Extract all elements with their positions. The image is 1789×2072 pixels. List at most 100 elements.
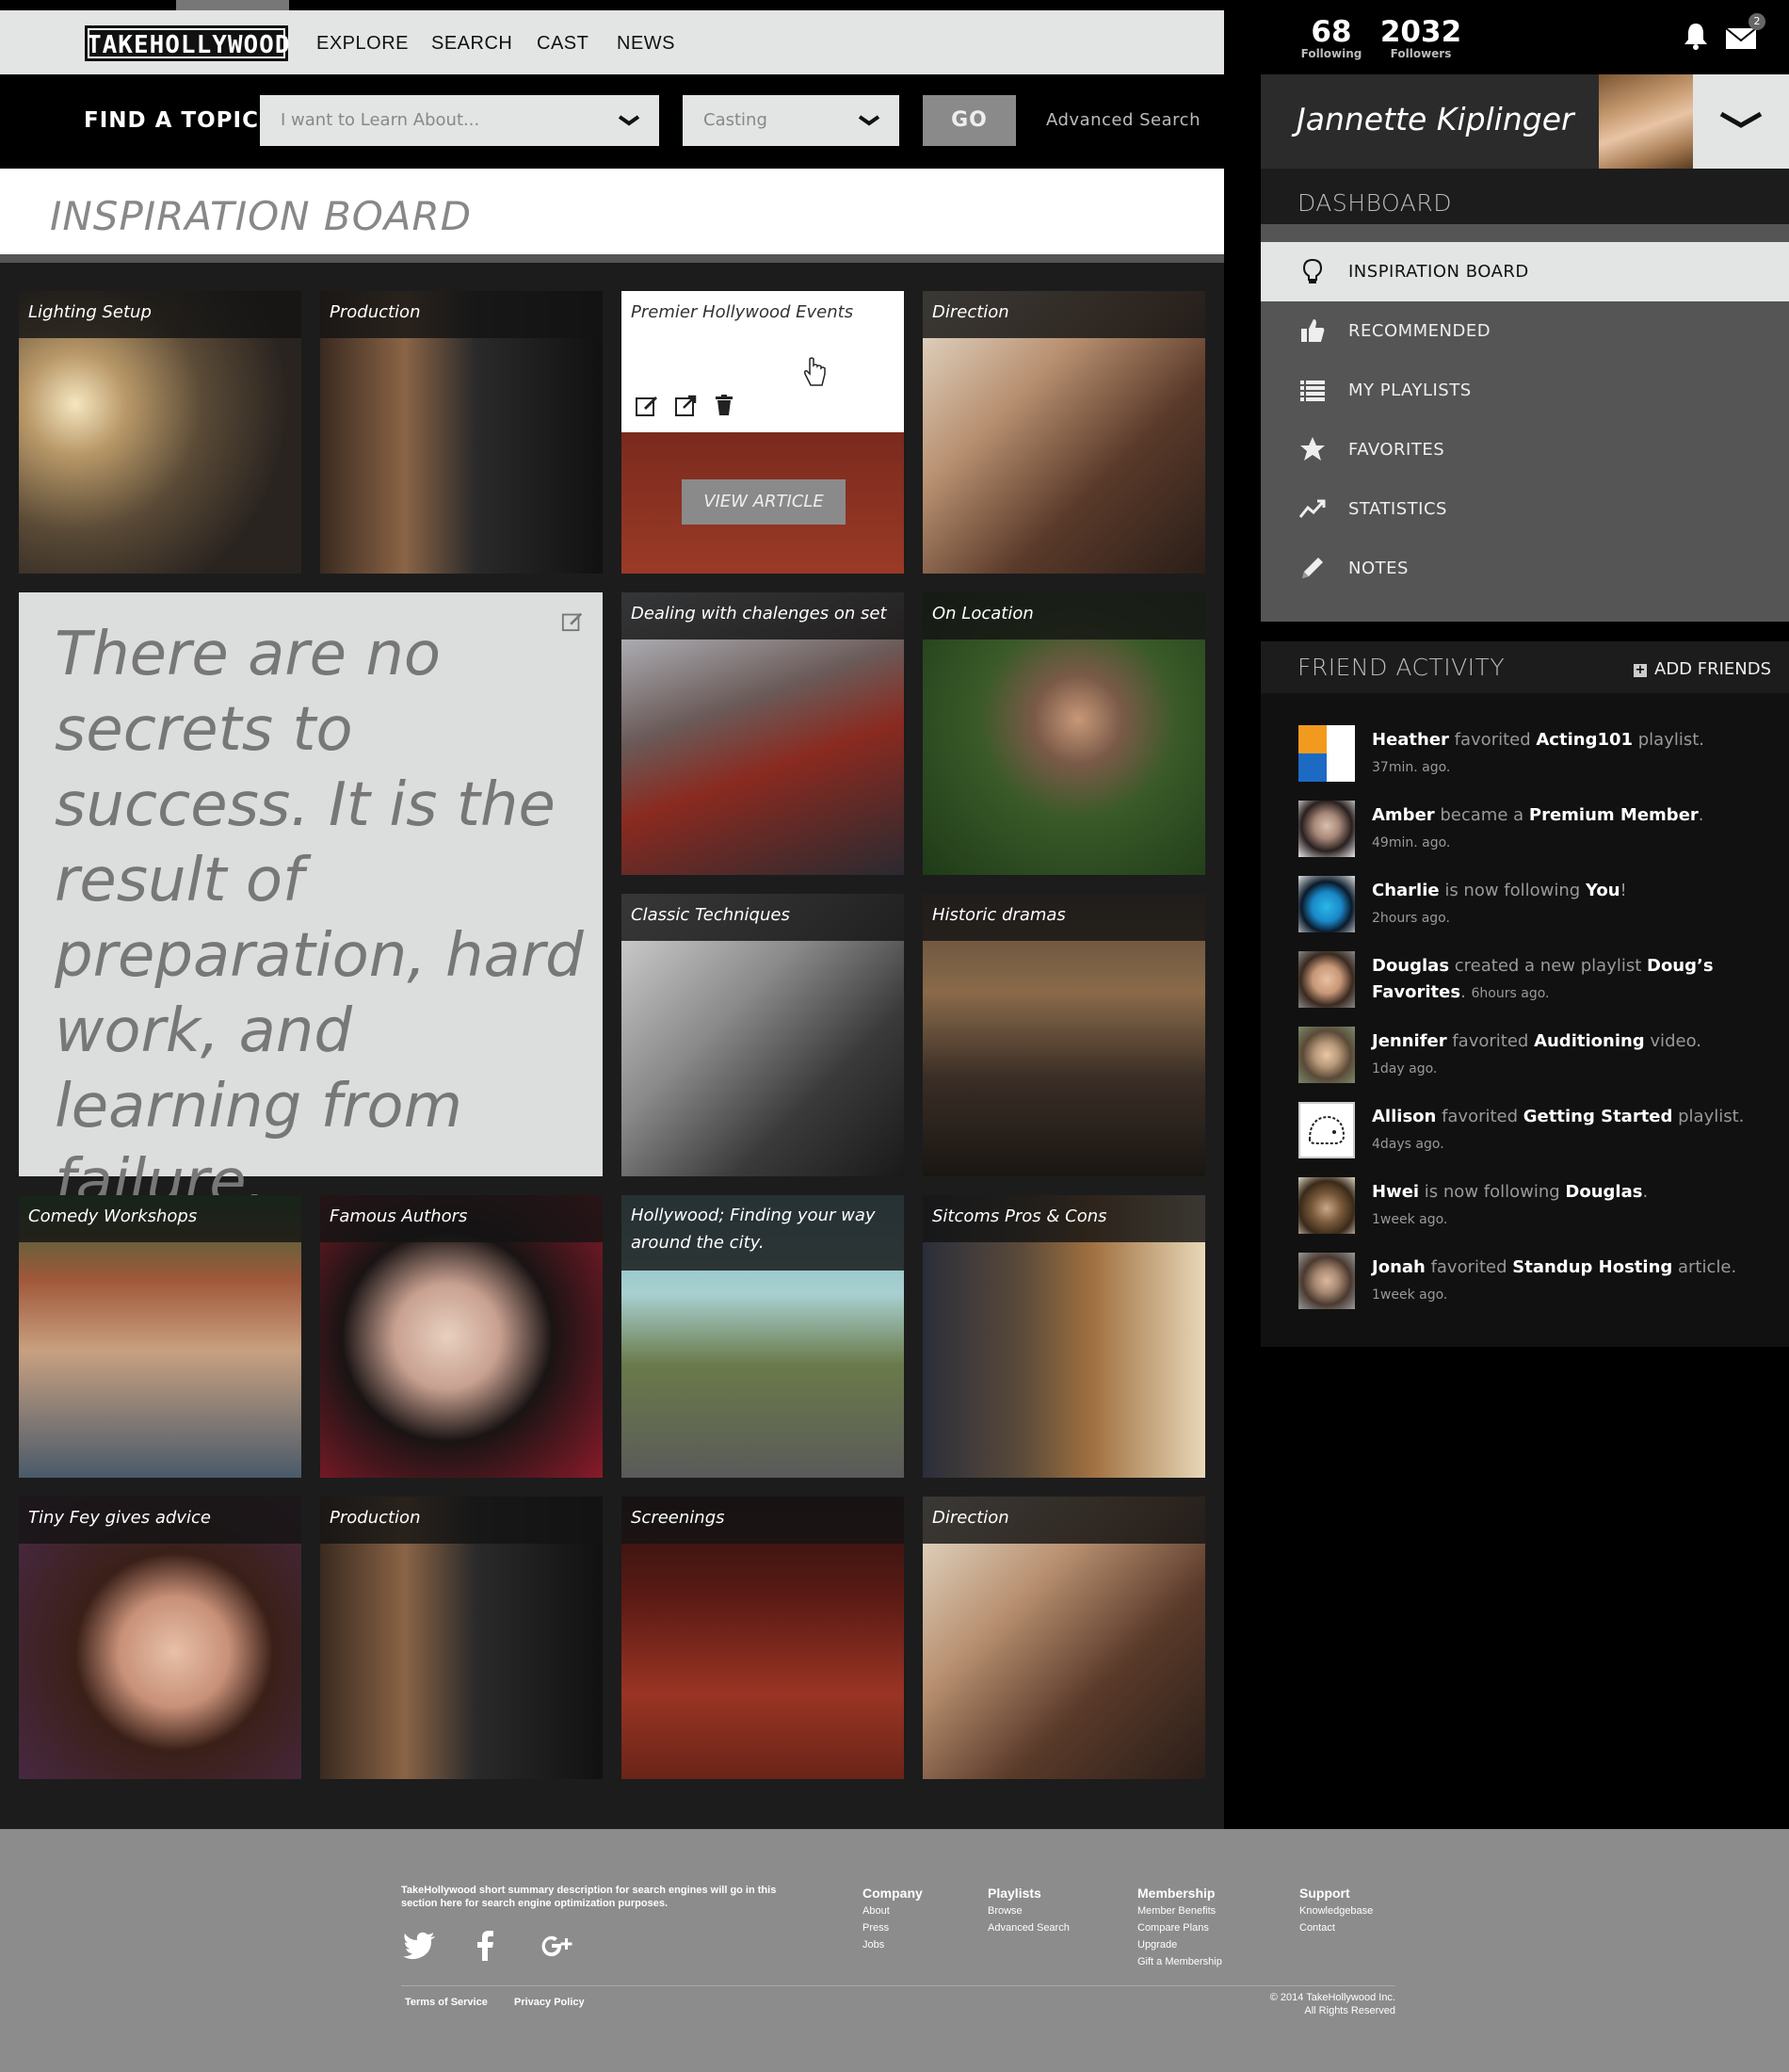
board-tile-premier-hollywood-events[interactable]: Premier Hollywood Events VIEW ARTICLE	[621, 291, 904, 574]
activity-time: 2hours ago.	[1372, 911, 1450, 926]
dashboard-item-inspiration-board[interactable]: INSPIRATION BOARD	[1261, 242, 1789, 301]
advanced-search-link[interactable]: Advanced Search	[1046, 110, 1201, 130]
quote-text: There are no secrets to success. It is t…	[55, 620, 584, 1217]
friend-avatar[interactable]	[1298, 951, 1355, 1008]
activity-tail: !	[1620, 881, 1627, 900]
user-name[interactable]: Jannette Kiplinger	[1297, 101, 1574, 138]
friend-avatar[interactable]	[1298, 1253, 1355, 1309]
topic-dropdown[interactable]: I want to Learn About...	[260, 95, 659, 146]
twitter-icon[interactable]	[401, 1927, 439, 1965]
footer-link-compare-plans[interactable]: Compare Plans	[1137, 1919, 1222, 1936]
share-icon[interactable]	[674, 393, 699, 417]
activity-object[interactable]: Standup Hosting	[1512, 1257, 1672, 1277]
friend-name[interactable]: Charlie	[1372, 881, 1440, 900]
friend-avatar[interactable]	[1298, 1177, 1355, 1234]
footer-link-upgrade[interactable]: Upgrade	[1137, 1936, 1222, 1953]
activity-tail: video.	[1644, 1031, 1701, 1051]
dashboard-item-notes[interactable]: NOTES	[1261, 539, 1789, 598]
board-tile-on-location[interactable]: On Location	[923, 592, 1205, 875]
list-item: Douglas created a new playlist Doug’s Fa…	[1298, 951, 1769, 1012]
board-tile-sitcoms-pros-cons[interactable]: Sitcoms Pros & Cons	[923, 1195, 1205, 1478]
friend-name[interactable]: Jonah	[1372, 1257, 1426, 1277]
mail-badge: 2	[1749, 13, 1765, 30]
title-bar: INSPIRATION BOARD	[0, 169, 1224, 263]
friend-name[interactable]: Jennifer	[1372, 1031, 1447, 1051]
board-tile-famous-authors[interactable]: Famous Authors	[320, 1195, 603, 1478]
edit-icon[interactable]	[561, 609, 584, 632]
trash-icon[interactable]	[712, 393, 736, 417]
following-count: 68	[1311, 15, 1352, 49]
board-tile-tiny-fey-advice[interactable]: Tiny Fey gives advice	[19, 1497, 301, 1779]
go-button[interactable]: GO	[923, 95, 1016, 146]
footer-link-contact[interactable]: Contact	[1299, 1919, 1373, 1936]
board-tile-screenings[interactable]: Screenings	[621, 1497, 904, 1779]
dashboard-item-statistics[interactable]: STATISTICS	[1261, 479, 1789, 539]
board-tile-direction[interactable]: Direction	[923, 291, 1205, 574]
followers-stat[interactable]: 2032 Followers	[1374, 17, 1468, 60]
category-dropdown[interactable]: Casting	[683, 95, 899, 146]
board-tile-comedy-workshops[interactable]: Comedy Workshops	[19, 1195, 301, 1478]
nav-explore[interactable]: EXPLORE	[316, 33, 409, 55]
tile-caption: Sitcoms Pros & Cons	[923, 1195, 1205, 1242]
activity-tail: article.	[1672, 1257, 1737, 1277]
friend-avatar[interactable]	[1298, 1027, 1355, 1083]
dashboard-item-label: NOTES	[1348, 558, 1409, 578]
following-stat[interactable]: 68 Following	[1298, 17, 1364, 60]
nav-news[interactable]: NEWS	[617, 33, 675, 55]
friend-activity-list: Heather favorited Acting101 playlist. 37m…	[1261, 693, 1789, 1347]
nav-cast[interactable]: CAST	[537, 33, 588, 55]
activity-object[interactable]: Auditioning	[1534, 1031, 1645, 1051]
footer-link-member-benefits[interactable]: Member Benefits	[1137, 1902, 1222, 1919]
board-tile-historic-dramas[interactable]: Historic dramas	[923, 894, 1205, 1176]
board-tile-lighting-setup[interactable]: Lighting Setup	[19, 291, 301, 574]
footer-link-gift-membership[interactable]: Gift a Membership	[1137, 1953, 1222, 1970]
rights-line: All Rights Reserved	[1304, 2005, 1395, 2016]
friend-avatar[interactable]	[1298, 876, 1355, 932]
board-tile-classic-techniques[interactable]: Classic Techniques	[621, 894, 904, 1176]
facebook-icon[interactable]	[467, 1927, 505, 1965]
footer-link-knowledgebase[interactable]: Knowledgebase	[1299, 1902, 1373, 1919]
footer-link-advanced-search[interactable]: Advanced Search	[988, 1919, 1070, 1936]
activity-object[interactable]: Getting Started	[1523, 1107, 1673, 1126]
friend-avatar[interactable]	[1298, 801, 1355, 857]
google-plus-icon[interactable]	[537, 1927, 574, 1965]
add-friends-button[interactable]: + ADD FRIENDS	[1634, 659, 1771, 679]
dashboard-item-recommended[interactable]: RECOMMENDED	[1261, 301, 1789, 361]
board-tile-production-2[interactable]: Production	[320, 1497, 603, 1779]
friend-name[interactable]: Hwei	[1372, 1182, 1419, 1202]
footer-link-press[interactable]: Press	[862, 1919, 923, 1936]
friend-name[interactable]: Amber	[1372, 805, 1435, 825]
nav-search[interactable]: SEARCH	[431, 33, 512, 55]
activity-object[interactable]: You	[1586, 881, 1620, 900]
friend-avatar[interactable]	[1298, 725, 1355, 782]
terms-of-service-link[interactable]: Terms of Service	[405, 1997, 488, 2008]
logo[interactable]: TAKEHOLLYWOOD	[85, 25, 290, 61]
friend-name[interactable]: Allison	[1372, 1107, 1436, 1126]
board-tile-hollywood-city[interactable]: Hollywood; Finding your way around the c…	[621, 1195, 904, 1478]
activity-object[interactable]: Acting101	[1536, 730, 1633, 750]
user-menu-toggle[interactable]	[1693, 74, 1789, 169]
avatar[interactable]	[1599, 74, 1693, 169]
activity-object[interactable]: Douglas	[1565, 1182, 1642, 1202]
tile-caption: Dealing with chalenges on set	[621, 592, 904, 639]
friend-name[interactable]: Heather	[1372, 730, 1449, 750]
footer-link-browse[interactable]: Browse	[988, 1902, 1070, 1919]
dashboard-item-favorites[interactable]: FAVORITES	[1261, 420, 1789, 479]
board-tile-production[interactable]: Production	[320, 291, 603, 574]
dashboard-item-my-playlists[interactable]: MY PLAYLISTS	[1261, 361, 1789, 420]
activity-verb: favorited	[1425, 1257, 1513, 1277]
board-tile-direction-2[interactable]: Direction	[923, 1497, 1205, 1779]
friend-name[interactable]: Douglas	[1372, 956, 1449, 976]
board-tile-dealing-with-challenges[interactable]: Dealing with chalenges on set	[621, 592, 904, 875]
footer-link-about[interactable]: About	[862, 1902, 923, 1919]
activity-verb: is now following	[1439, 881, 1586, 900]
activity-object[interactable]: Premium Member	[1529, 805, 1699, 825]
copyright-line: © 2014 TakeHollywood Inc.	[1269, 1992, 1395, 2003]
friend-avatar[interactable]	[1298, 1102, 1355, 1158]
dashboard-item-label: RECOMMENDED	[1348, 321, 1491, 341]
bell-icon[interactable]	[1681, 21, 1711, 51]
view-article-button[interactable]: VIEW ARTICLE	[682, 479, 846, 525]
privacy-policy-link[interactable]: Privacy Policy	[514, 1997, 585, 2008]
footer-link-jobs[interactable]: Jobs	[862, 1936, 923, 1953]
edit-icon[interactable]	[635, 393, 659, 417]
